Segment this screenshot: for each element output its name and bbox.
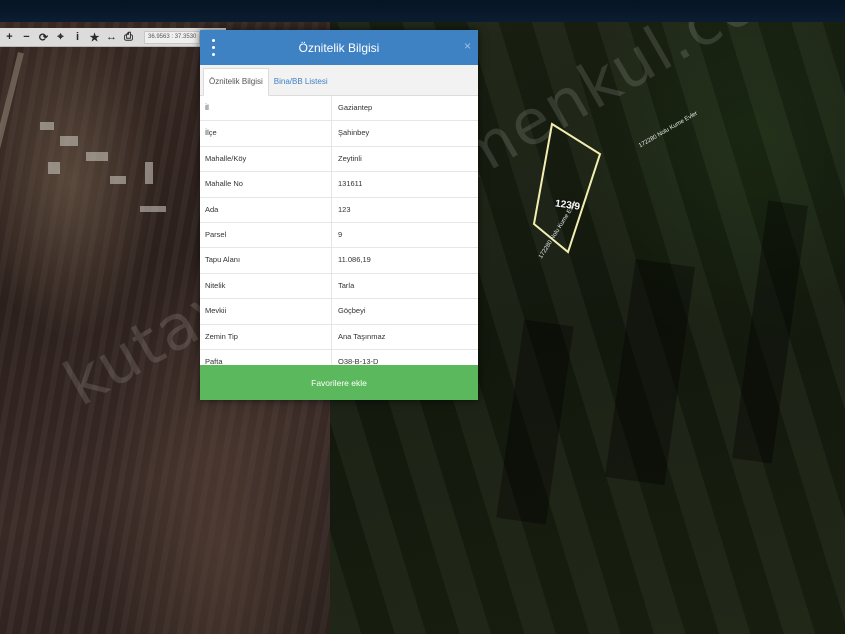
row-key: Ada (200, 197, 332, 222)
row-value: Şahinbey (338, 128, 370, 138)
row-value: 9 (338, 229, 343, 239)
info-icon[interactable]: i (70, 28, 85, 46)
tab-building-list[interactable]: Bina/BB Listesi (269, 69, 333, 95)
map-toolbar: + − ⟳ ⌖ i ★ ↔ ⎙ 36.9563 : 37.3530 (0, 28, 226, 47)
row-key: Mahalle/Köy (200, 146, 332, 172)
row-key: Tapu Alanı (200, 248, 332, 273)
dialog-header: Öznitelik Bilgisi × (200, 30, 478, 65)
attribute-table: İl Gaziantep İlçe Şahinbey Mahalle/Köy Zeyt… (200, 96, 478, 376)
table-row: Zemin Tip Ana Taşınmaz (200, 324, 478, 350)
locate-icon[interactable]: ⌖ (53, 28, 68, 46)
row-key: İlçe (200, 121, 332, 146)
table-row: Nitelik Tarla (200, 273, 478, 300)
top-bar (0, 0, 845, 22)
star-icon[interactable]: ★ (87, 28, 102, 46)
row-key: Nitelik (200, 273, 332, 299)
zoom-out-icon[interactable]: − (19, 28, 34, 46)
menu-icon[interactable] (210, 39, 216, 56)
add-to-favorites-button[interactable]: Favorilere ekle (200, 365, 478, 400)
row-value: Tarla (338, 280, 355, 290)
table-row: Tapu Alanı 11.086,19 (200, 248, 478, 274)
tab-attribute-info[interactable]: Öznitelik Bilgisi (203, 68, 269, 96)
row-key: Parsel (200, 222, 332, 248)
dialog-title: Öznitelik Bilgisi (298, 40, 380, 55)
row-key: Zemin Tip (200, 324, 332, 349)
row-value: Gaziantep (338, 103, 373, 112)
row-value: Ana Taşınmaz (338, 331, 386, 341)
row-value: 123 (338, 204, 351, 214)
refresh-icon[interactable]: ⟳ (36, 28, 51, 46)
measure-icon[interactable]: ↔ (104, 28, 119, 46)
table-row: Parsel 9 (200, 222, 478, 249)
row-key: Mevkii (200, 299, 332, 324)
table-row: Ada 123 (200, 197, 478, 223)
coordinate-readout: 36.9563 : 37.3530 (144, 30, 201, 44)
table-row: Mevkii Göçbeyi (200, 299, 478, 325)
row-value: Zeytinli (338, 153, 362, 163)
print-icon[interactable]: ⎙ (121, 28, 136, 46)
row-value: 131611 (338, 179, 363, 189)
table-row: Mahalle No 131611 (200, 172, 478, 198)
table-row: İlçe Şahinbey (200, 121, 478, 147)
row-key: İl (200, 96, 332, 121)
row-value: Göçbeyi (338, 306, 366, 316)
row-value: 11.086,19 (338, 255, 371, 265)
row-key: Mahalle No (200, 172, 332, 197)
dialog-tabs: Öznitelik Bilgisi Bina/BB Listesi (200, 65, 478, 96)
close-icon[interactable]: × (464, 39, 471, 53)
table-row: İl Gaziantep (200, 96, 478, 122)
table-row: Mahalle/Köy Zeytinli (200, 146, 478, 173)
zoom-in-icon[interactable]: + (2, 28, 17, 46)
attribute-info-dialog: Öznitelik Bilgisi × Öznitelik Bilgisi Bi… (200, 30, 478, 400)
